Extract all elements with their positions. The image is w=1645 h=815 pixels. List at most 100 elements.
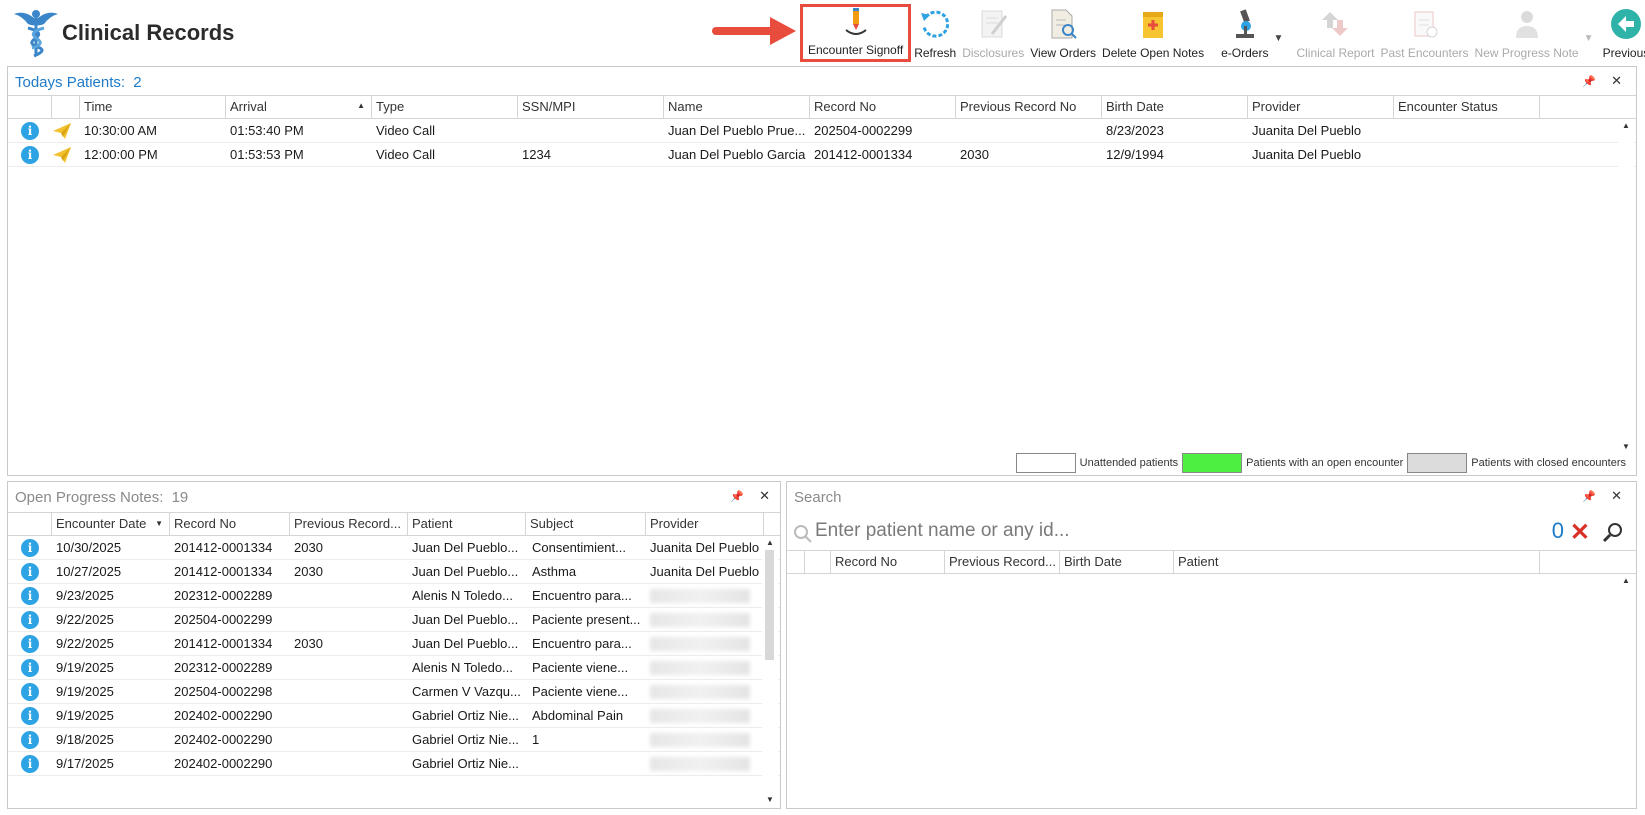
scroll-down-icon[interactable]: ▼ [1622,442,1630,451]
e-orders-dropdown-icon[interactable]: ▼ [1271,4,1285,62]
table-row[interactable]: i 10/30/2025 201412-0001334 2030 Juan Del Pu… [8,536,780,560]
col-encounter-date[interactable]: Encounter Date ▼ [52,513,170,535]
info-icon[interactable]: i [21,563,39,581]
table-row[interactable]: i 9/17/2025 202402-0002290 Gabriel Ortiz Ni… [8,752,780,776]
col-previous-record-no[interactable]: Previous Record No [956,96,1102,118]
legend-swatch [1182,453,1243,473]
scroll-up-icon[interactable]: ▲ [1622,121,1630,130]
info-icon[interactable]: i [21,587,39,605]
table-row[interactable]: i 9/19/2025 202402-0002290 Gabriel Ortiz Ni… [8,704,780,728]
vertical-scrollbar[interactable]: ▲ ▼ [762,536,778,806]
cell-name: Juan Del Pueblo Garcia [668,147,806,162]
pin-icon[interactable]: 📌 [730,490,744,503]
table-row[interactable]: i 10:30:00 AM 01:53:40 PM Video Call Juan De… [8,119,1636,143]
col-time[interactable]: Time [80,96,226,118]
info-icon[interactable]: i [21,755,39,773]
table-row[interactable]: i 12:00:00 PM 01:53:53 PM Video Call 1234 Jua… [8,143,1636,167]
cell-patient: Gabriel Ortiz Nie... [412,732,519,747]
info-icon[interactable]: i [21,635,39,653]
past-encounters-button[interactable]: Past Encounters [1377,4,1471,62]
col-previous-record[interactable]: Previous Record... [945,551,1060,573]
microscope-icon [1228,7,1262,41]
info-icon[interactable]: i [21,539,39,557]
cell-record-no: 201412-0001334 [174,636,273,651]
col-arrival[interactable]: Arrival ▲ [226,96,372,118]
table-row[interactable]: i 9/23/2025 202312-0002289 Alenis N Toledo.… [8,584,780,608]
arrow-left-circle-icon [1609,7,1643,41]
delete-open-notes-button[interactable]: Delete Open Notes [1099,4,1207,62]
col-birth-date[interactable]: Birth Date [1060,551,1174,573]
legend-swatch [1407,453,1468,473]
search-icon [794,525,812,543]
scrollbar-thumb[interactable] [765,550,774,660]
info-icon[interactable]: i [21,122,39,140]
col-provider[interactable]: Provider [646,513,764,535]
col-record-no[interactable]: Record No [831,551,945,573]
patient-search-input[interactable] [815,520,1375,542]
cell-provider [646,728,764,751]
vertical-scrollbar[interactable]: ▲ [1618,574,1634,806]
clear-search-icon[interactable]: ✕ [1570,518,1590,547]
pin-icon[interactable]: 📌 [1582,75,1596,88]
pin-icon[interactable]: 📌 [1582,490,1596,503]
document-edit-icon [976,7,1010,41]
info-icon[interactable]: i [21,731,39,749]
close-icon[interactable]: ✕ [1611,488,1622,504]
col-encounter-status[interactable]: Encounter Status [1394,96,1540,118]
cell-status [1394,143,1540,166]
cell-record-no: 202312-0002289 [174,588,273,603]
scroll-up-icon[interactable]: ▲ [766,538,774,547]
col-ssn-mpi[interactable]: SSN/MPI [518,96,664,118]
view-orders-button[interactable]: View Orders [1027,4,1099,62]
col-birth-date[interactable]: Birth Date [1102,96,1248,118]
e-orders-button[interactable]: e-Orders [1207,4,1271,62]
cell-record-no: 201412-0001334 [814,147,913,162]
clinical-report-button[interactable]: Clinical Report [1293,4,1377,62]
col-subject[interactable]: Subject [526,513,646,535]
new-progress-note-button[interactable]: New Progress Note [1472,4,1582,62]
table-row[interactable]: i 9/22/2025 202504-0002299 Juan Del Pueblo.… [8,608,780,632]
encounter-signoff-button[interactable]: Encounter Signoff [800,4,912,62]
table-row[interactable]: i 10/27/2025 201412-0001334 2030 Juan Del Pu… [8,560,780,584]
col-previous-record[interactable]: Previous Record... [290,513,408,535]
col-provider[interactable]: Provider [1248,96,1394,118]
find-icon[interactable] [1602,521,1624,543]
table-row[interactable]: i 9/19/2025 202312-0002289 Alenis N Toledo.… [8,656,780,680]
new-progress-note-dropdown-icon[interactable]: ▼ [1582,4,1596,62]
cell-provider [646,584,764,607]
info-icon[interactable]: i [21,707,39,725]
redacted-provider [650,661,750,675]
table-row[interactable]: i 9/19/2025 202504-0002298 Carmen V Vazqu..… [8,680,780,704]
info-icon[interactable]: i [21,659,39,677]
close-icon[interactable]: ✕ [759,488,770,504]
close-icon[interactable]: ✕ [1611,73,1622,89]
cell-arrival: 01:53:53 PM [230,147,304,162]
panel-title: Open Progress Notes: 19 [15,489,189,506]
col-record-no[interactable]: Record No [170,513,290,535]
info-icon[interactable]: i [21,146,39,164]
col-record-no[interactable]: Record No [810,96,956,118]
table-row[interactable]: i 9/18/2025 202402-0002290 Gabriel Ortiz Ni… [8,728,780,752]
table-row[interactable]: i 9/22/2025 201412-0001334 2030 Juan Del Pue… [8,632,780,656]
cell-provider [646,656,764,679]
previous-button[interactable]: Previous [1600,4,1645,62]
col-type[interactable]: Type [372,96,518,118]
panel-title: Todays Patients: 2 [15,74,142,91]
scroll-up-icon[interactable]: ▲ [1622,576,1630,585]
grid-header: Time Arrival ▲ Type SSN/MPI Name Record N… [8,96,1636,119]
disclosures-button[interactable]: Disclosures [959,4,1027,62]
document-search-icon [1046,7,1080,41]
col-name[interactable]: Name [664,96,810,118]
cell-date: 9/18/2025 [56,732,114,747]
col-patient[interactable]: Patient [1174,551,1540,573]
cell-name: Juan Del Pueblo Prue... [668,123,806,138]
scroll-down-icon[interactable]: ▼ [766,795,774,804]
cell-status [1394,119,1540,142]
col-patient[interactable]: Patient [408,513,526,535]
refresh-button[interactable]: Refresh [911,4,959,62]
cell-patient: Gabriel Ortiz Nie... [412,708,519,723]
info-icon[interactable]: i [21,683,39,701]
info-icon[interactable]: i [21,611,39,629]
signature-pen-icon [839,6,873,38]
vertical-scrollbar[interactable]: ▲ ▼ [1618,119,1634,453]
